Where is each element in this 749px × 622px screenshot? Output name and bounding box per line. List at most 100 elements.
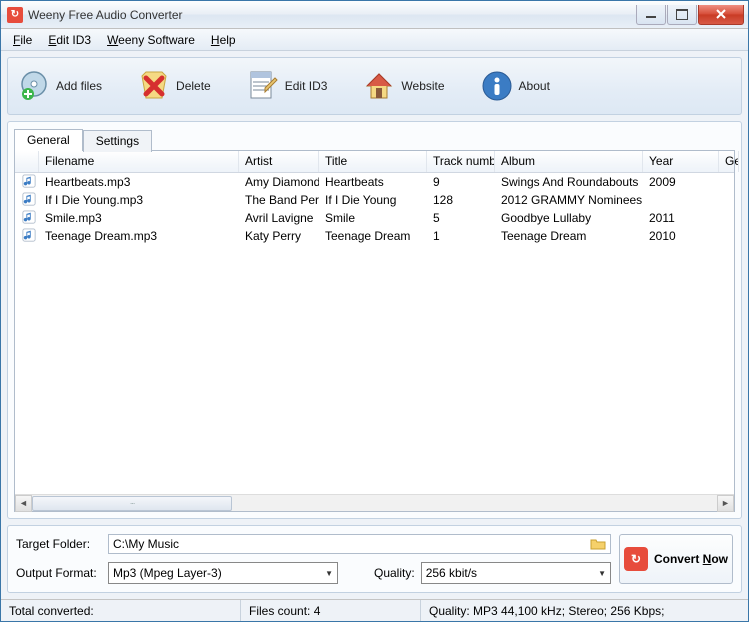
app-window: ↻ Weeny Free Audio Converter File Edit I… <box>0 0 749 622</box>
cell-track: 5 <box>427 210 495 226</box>
music-file-icon <box>21 209 37 225</box>
cell-track: 9 <box>427 174 495 190</box>
menu-file[interactable]: File <box>5 31 40 49</box>
convert-now-button[interactable]: ↻ Convert Now <box>619 534 733 584</box>
menubar: File Edit ID3 Weeny Software Help <box>1 29 748 51</box>
quality-select[interactable]: 256 kbit/s ▼ <box>421 562 611 584</box>
cell-album: Goodbye Lullaby <box>495 210 643 226</box>
column-icon[interactable] <box>15 151 39 172</box>
cell-year: 2009 <box>643 174 719 190</box>
chevron-down-icon: ▼ <box>325 569 333 578</box>
edit-id3-icon <box>247 70 279 102</box>
music-file-icon <box>21 191 37 207</box>
cell-year: 2011 <box>643 210 719 226</box>
edit-id3-button[interactable]: Edit ID3 <box>247 70 328 102</box>
app-icon: ↻ <box>7 7 23 23</box>
toolbar: Add files Delete Edit ID3 Website About <box>7 57 742 115</box>
menu-edit-id3[interactable]: Edit ID3 <box>40 31 99 49</box>
about-label: About <box>519 79 550 93</box>
menu-weeny-software[interactable]: Weeny Software <box>99 31 203 49</box>
table-row[interactable]: Smile.mp3Avril LavigneSmile5Goodbye Lull… <box>15 209 734 227</box>
website-button[interactable]: Website <box>363 70 444 102</box>
cell-title: Smile <box>319 210 427 226</box>
output-panel: Target Folder: C:\My Music Output Format… <box>7 525 742 593</box>
cell-artist: Katy Perry <box>239 228 319 244</box>
delete-button[interactable]: Delete <box>138 70 211 102</box>
content-area: General Settings Filename Artist Title T… <box>7 121 742 519</box>
close-button[interactable] <box>698 5 744 25</box>
cell-title: If I Die Young <box>319 192 427 208</box>
horizontal-scrollbar[interactable]: ◄ ► <box>15 494 734 511</box>
tab-settings[interactable]: Settings <box>83 130 152 152</box>
cell-filename: Heartbeats.mp3 <box>39 174 239 190</box>
titlebar[interactable]: ↻ Weeny Free Audio Converter <box>1 1 748 29</box>
column-album[interactable]: Album <box>495 151 643 172</box>
cell-title: Teenage Dream <box>319 228 427 244</box>
convert-label: Convert Now <box>654 552 728 566</box>
cell-genre <box>719 181 734 183</box>
house-icon <box>363 70 395 102</box>
cell-filename: Smile.mp3 <box>39 210 239 226</box>
cell-track: 128 <box>427 192 495 208</box>
delete-icon <box>138 70 170 102</box>
target-folder-input[interactable]: C:\My Music <box>108 534 611 554</box>
cell-artist: Amy Diamond <box>239 174 319 190</box>
column-year[interactable]: Year <box>643 151 719 172</box>
convert-icon: ↻ <box>624 547 648 571</box>
scroll-left-button[interactable]: ◄ <box>15 495 32 512</box>
cell-filename: Teenage Dream.mp3 <box>39 228 239 244</box>
status-quality: Quality: MP3 44,100 kHz; Stereo; 256 Kbp… <box>421 600 748 621</box>
table-row[interactable]: Teenage Dream.mp3Katy PerryTeenage Dream… <box>15 227 734 245</box>
column-track[interactable]: Track number <box>427 151 495 172</box>
column-genre[interactable]: Ge <box>719 151 739 172</box>
cell-track: 1 <box>427 228 495 244</box>
edit-id3-label: Edit ID3 <box>285 79 328 93</box>
cell-album: Swings And Roundabouts <box>495 174 643 190</box>
music-file-icon <box>21 227 37 243</box>
scroll-thumb[interactable] <box>32 496 232 511</box>
cell-year: 2010 <box>643 228 719 244</box>
status-total-converted: Total converted: <box>1 600 241 621</box>
output-format-select[interactable]: Mp3 (Mpeg Layer-3) ▼ <box>108 562 338 584</box>
column-filename[interactable]: Filename <box>39 151 239 172</box>
cell-album: Teenage Dream <box>495 228 643 244</box>
maximize-button[interactable] <box>667 5 697 25</box>
output-format-value: Mp3 (Mpeg Layer-3) <box>113 566 222 580</box>
scroll-track[interactable] <box>32 495 717 512</box>
menu-help[interactable]: Help <box>203 31 244 49</box>
add-files-label: Add files <box>56 79 102 93</box>
quality-label: Quality: <box>374 566 415 580</box>
scroll-right-button[interactable]: ► <box>717 495 734 512</box>
list-header: Filename Artist Title Track number Album… <box>15 151 734 173</box>
target-folder-label: Target Folder: <box>16 537 102 551</box>
browse-folder-icon[interactable] <box>590 536 606 552</box>
column-title[interactable]: Title <box>319 151 427 172</box>
close-icon <box>715 8 727 20</box>
column-artist[interactable]: Artist <box>239 151 319 172</box>
output-format-label: Output Format: <box>16 566 102 580</box>
cell-album: 2012 GRAMMY Nominees <box>495 192 643 208</box>
tab-general[interactable]: General <box>14 129 83 151</box>
cell-artist: The Band Perry <box>239 192 319 208</box>
website-label: Website <box>401 79 444 93</box>
music-file-icon <box>21 173 37 189</box>
cell-year <box>643 199 719 201</box>
statusbar: Total converted: Files count: 4 Quality:… <box>1 599 748 621</box>
minimize-button[interactable] <box>636 5 666 25</box>
chevron-down-icon: ▼ <box>598 569 606 578</box>
cell-artist: Avril Lavigne <box>239 210 319 226</box>
cd-plus-icon <box>18 70 50 102</box>
target-folder-value: C:\My Music <box>113 537 179 551</box>
cell-filename: If I Die Young.mp3 <box>39 192 239 208</box>
add-files-button[interactable]: Add files <box>18 70 102 102</box>
cell-genre <box>719 199 734 201</box>
file-list-panel: Filename Artist Title Track number Album… <box>14 150 735 512</box>
table-row[interactable]: If I Die Young.mp3The Band PerryIf I Die… <box>15 191 734 209</box>
table-row[interactable]: Heartbeats.mp3Amy DiamondHeartbeats9Swin… <box>15 173 734 191</box>
cell-genre <box>719 235 734 237</box>
file-list[interactable]: Heartbeats.mp3Amy DiamondHeartbeats9Swin… <box>15 173 734 494</box>
cell-title: Heartbeats <box>319 174 427 190</box>
tab-strip: General Settings <box>14 128 735 150</box>
about-button[interactable]: About <box>481 70 550 102</box>
window-title: Weeny Free Audio Converter <box>28 8 635 22</box>
